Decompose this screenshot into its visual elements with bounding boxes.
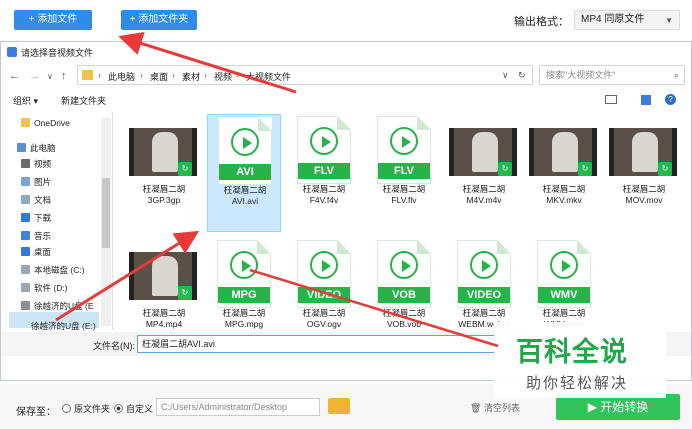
annotation-arrows [55,31,499,348]
arrow-to-add-file [118,31,297,94]
arrow-to-file [55,230,200,322]
arrow-to-watermark [249,268,499,348]
